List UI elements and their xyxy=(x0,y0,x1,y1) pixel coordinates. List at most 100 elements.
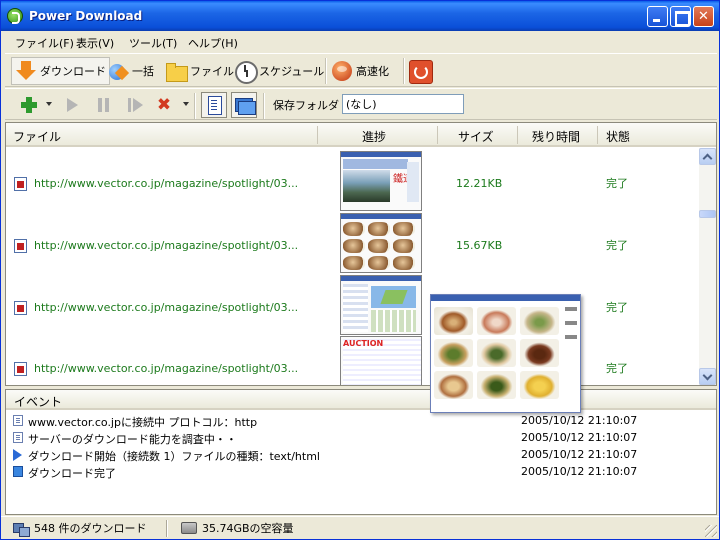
save-folder-input[interactable] xyxy=(342,94,464,114)
row-status: 完了 xyxy=(606,301,628,314)
batch-button[interactable]: 一括 xyxy=(107,57,154,85)
menu-view[interactable]: 表示(V) xyxy=(76,35,114,51)
speedup-button[interactable]: 高速化 xyxy=(331,57,389,85)
menu-file[interactable]: ファイル(F) xyxy=(15,35,74,51)
log-view-icon[interactable] xyxy=(201,92,227,118)
event-text: ダウンロード開始（接続数 1）ファイルの種類：text/html xyxy=(28,450,320,463)
column-divider[interactable] xyxy=(317,126,318,144)
toolbar-separator xyxy=(325,58,327,84)
power-icon xyxy=(409,60,433,84)
list-item[interactable]: ダウンロード完了 2005/10/12 21:10:07 xyxy=(6,463,716,480)
window-view-icon[interactable] xyxy=(231,92,257,118)
list-header: ファイル 進捗 サイズ 残り時間 状態 xyxy=(6,123,716,147)
resize-grip[interactable] xyxy=(705,525,717,537)
clock-icon xyxy=(234,60,258,84)
title-bar[interactable]: Power Download ✕ xyxy=(1,1,719,31)
pause-icon[interactable] xyxy=(93,95,113,115)
list-item[interactable]: サーバーのダウンロード能力を調査中・・ 2005/10/12 21:10:07 xyxy=(6,429,716,446)
row-url: http://www.vector.co.jp/magazine/spotlig… xyxy=(34,177,299,190)
free-space-cell: 35.74GBの空容量 xyxy=(181,519,294,537)
column-header-progress[interactable]: 進捗 xyxy=(362,128,386,145)
column-header-status[interactable]: 状態 xyxy=(606,128,630,145)
app-window: Power Download ✕ ファイル(F) 表示(V) ツール(T) ヘル… xyxy=(0,0,720,540)
power-button[interactable] xyxy=(409,57,433,85)
event-header-label: イベント xyxy=(14,395,63,409)
save-folder-label: 保存フォルダ xyxy=(273,99,339,112)
column-divider[interactable] xyxy=(597,126,598,144)
delete-icon[interactable]: ✖ xyxy=(154,95,174,115)
batch-button-label: 一括 xyxy=(132,65,154,78)
speedup-icon xyxy=(331,60,353,82)
row-url: http://www.vector.co.jp/magazine/spotlig… xyxy=(34,239,299,252)
file-button[interactable]: ファイル xyxy=(165,57,234,85)
column-header-remaining[interactable]: 残り時間 xyxy=(532,128,580,145)
menu-bar: ファイル(F) 表示(V) ツール(T) ヘルプ(H) xyxy=(5,33,717,51)
list-item[interactable]: ダウンロード開始（接続数 1）ファイルの種類：text/html 2005/10… xyxy=(6,446,716,463)
minimize-icon xyxy=(648,7,667,26)
close-button[interactable]: ✕ xyxy=(693,6,714,27)
schedule-button-label: スケジュール xyxy=(259,65,325,78)
minimize-button[interactable] xyxy=(647,6,668,27)
column-divider[interactable] xyxy=(517,126,518,144)
table-row[interactable]: http://www.vector.co.jp/magazine/spotlig… xyxy=(6,210,700,273)
row-size: 15.67KB xyxy=(456,239,503,252)
download-list[interactable]: ファイル 進捗 サイズ 残り時間 状態 http://www.vector.co… xyxy=(5,122,717,386)
batch-globe-icon xyxy=(107,60,129,82)
file-button-label: ファイル xyxy=(190,65,234,78)
app-logo-icon xyxy=(7,8,23,24)
column-header-size[interactable]: サイズ xyxy=(458,128,494,145)
progress-thumbnail: 鐵道 xyxy=(340,151,422,211)
maximize-button[interactable] xyxy=(670,6,691,27)
list-scrollbar[interactable] xyxy=(699,148,716,385)
html-file-icon xyxy=(14,301,27,315)
table-row[interactable]: http://www.vector.co.jp/magazine/spotlig… xyxy=(6,148,700,211)
event-log[interactable]: イベント www.vector.co.jpに接続中 プロトコル：http 200… xyxy=(5,389,717,515)
row-status: 完了 xyxy=(606,239,628,252)
add-icon[interactable] xyxy=(19,95,39,115)
list-item[interactable]: www.vector.co.jpに接続中 プロトコル：http 2005/10/… xyxy=(6,412,716,429)
control-toolbar: ✖ 保存フォルダ xyxy=(5,88,717,120)
progress-thumbnail xyxy=(340,213,422,273)
download-arrow-icon xyxy=(15,60,37,82)
play-icon[interactable] xyxy=(62,95,82,115)
column-divider[interactable] xyxy=(437,126,438,144)
status-divider xyxy=(166,520,168,537)
row-url: http://www.vector.co.jp/magazine/spotlig… xyxy=(34,301,299,314)
scroll-down-icon[interactable] xyxy=(699,368,716,385)
row-status: 完了 xyxy=(606,362,628,375)
menu-help[interactable]: ヘルプ(H) xyxy=(188,35,238,51)
skip-icon[interactable] xyxy=(125,95,145,115)
event-time: 2005/10/12 21:10:07 xyxy=(521,465,638,478)
download-button[interactable]: ダウンロード xyxy=(11,57,110,85)
close-icon: ✕ xyxy=(698,9,709,24)
add-dropdown-arrow-icon[interactable] xyxy=(46,102,52,106)
speedup-button-label: 高速化 xyxy=(356,65,389,78)
column-header-file[interactable]: ファイル xyxy=(13,128,61,145)
main-toolbar: ダウンロード 一括 ファイル スケジュール 高速化 xyxy=(5,53,717,87)
event-time: 2005/10/12 21:10:07 xyxy=(521,431,638,444)
progress-thumbnail: AUCTION xyxy=(340,336,422,385)
schedule-button[interactable]: スケジュール xyxy=(234,57,324,85)
table-row[interactable]: http://www.vector.co.jp/magazine/spotlig… xyxy=(6,272,700,335)
menu-tools[interactable]: ツール(T) xyxy=(129,35,177,51)
document-icon xyxy=(13,432,23,443)
event-header: イベント xyxy=(6,390,716,410)
toolbar-separator xyxy=(263,93,265,119)
row-url: http://www.vector.co.jp/magazine/spotlig… xyxy=(34,362,299,375)
disk-icon xyxy=(181,522,197,534)
event-text: ダウンロード完了 xyxy=(28,467,116,480)
network-icon xyxy=(13,521,30,537)
status-bar: 548 件のダウンロード 35.74GBの空容量 xyxy=(1,516,719,539)
scroll-thumb[interactable] xyxy=(699,210,716,218)
table-row[interactable]: http://www.vector.co.jp/magazine/spotlig… xyxy=(6,333,700,385)
folder-icon xyxy=(165,60,188,82)
scroll-up-icon[interactable] xyxy=(699,148,716,165)
progress-thumbnail xyxy=(340,275,422,335)
html-file-icon xyxy=(14,362,27,376)
row-size: 12.21KB xyxy=(456,177,503,190)
auction-label: AUCTION xyxy=(343,339,384,348)
delete-dropdown-arrow-icon[interactable] xyxy=(183,102,189,106)
window-title: Power Download xyxy=(29,9,143,23)
html-file-icon xyxy=(14,239,27,253)
download-count-cell: 548 件のダウンロード xyxy=(13,519,147,537)
